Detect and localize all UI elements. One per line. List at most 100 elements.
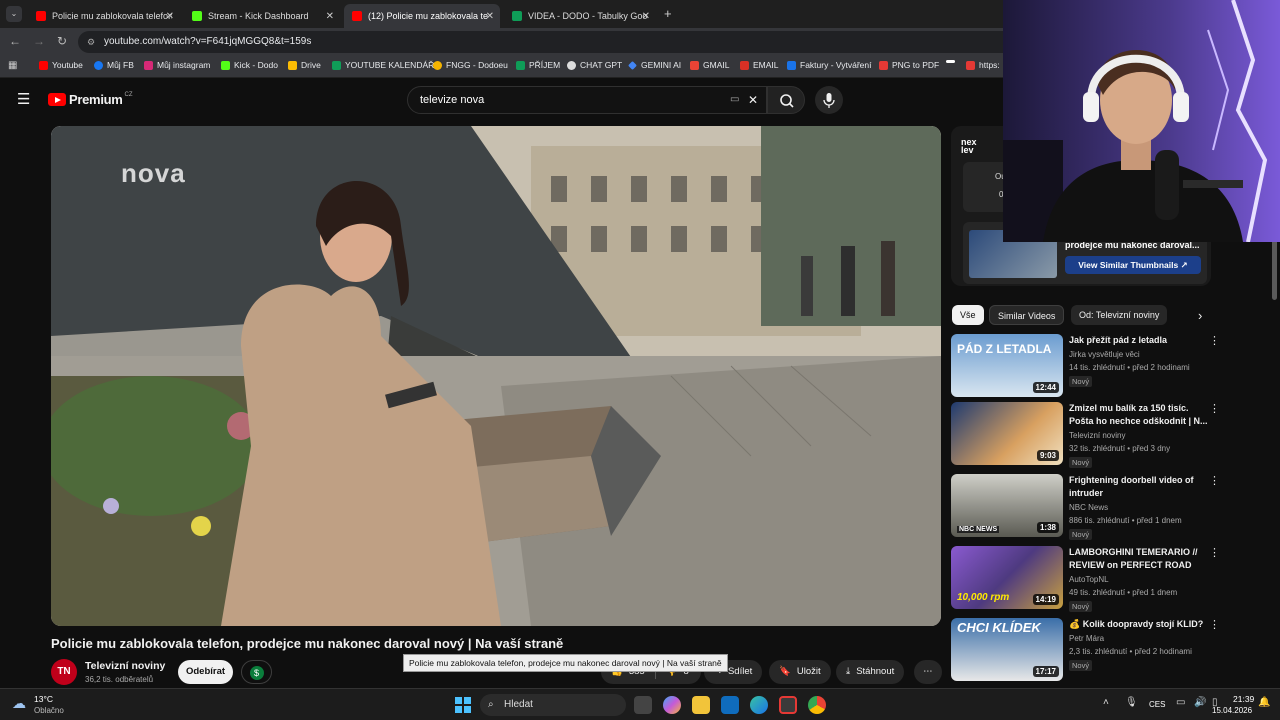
bookmark-item[interactable] [946, 60, 959, 63]
keyboard-icon[interactable]: ▭ [730, 87, 739, 113]
list-item[interactable]: CHCI KLÍDEK 17:17 💰 Kolik doopravdy stoj… [951, 618, 1221, 682]
browser-tab-active[interactable]: (12) Policie mu zablokovala tele ✕ [344, 4, 500, 28]
bookmark-item[interactable]: PŘÍJEM [516, 60, 560, 70]
more-actions-icon[interactable]: ⋮ [1209, 474, 1220, 487]
subscribe-button[interactable]: Odebírat [178, 660, 233, 684]
youtube-logo[interactable]: Premium CZ [48, 92, 133, 107]
list-item[interactable]: NBC NEWS 1:38 Frightening doorbell video… [951, 474, 1221, 540]
bookmark-item[interactable]: YOUTUBE KALENDÁŘ [332, 60, 434, 70]
back-icon[interactable]: ← [9, 34, 21, 48]
cloud-icon[interactable]: ☁ [12, 695, 26, 712]
taskbar-search-input[interactable]: ⌕ Hledat [480, 694, 626, 716]
channel-name[interactable]: Petr Mára [1069, 634, 1104, 643]
volume-icon[interactable]: 🔊 [1194, 697, 1206, 708]
bookmark-item[interactable]: Kick - Dodo [221, 60, 278, 70]
bookmark-item[interactable]: GEMINI AI [628, 60, 681, 70]
bookmark-item[interactable]: GMAIL [690, 60, 729, 70]
file-explorer-icon[interactable] [692, 696, 710, 714]
edge-icon[interactable] [750, 696, 768, 714]
copilot-icon[interactable] [663, 696, 681, 714]
duration-badge: 14:19 [1032, 594, 1059, 605]
download-button[interactable]: ⤓ Stáhnout [836, 660, 905, 684]
video-thumbnail[interactable]: 9:03 [951, 402, 1063, 465]
bookmark-item[interactable]: CHAT GPT [567, 60, 622, 70]
bookmark-item[interactable]: FNGG - Dodoeu [433, 60, 508, 70]
new-tab-icon[interactable]: + [664, 6, 672, 21]
video-thumbnail[interactable]: CHCI KLÍDEK 17:17 [951, 618, 1063, 681]
language-indicator[interactable]: CES [1149, 700, 1165, 709]
bookmark-item[interactable]: Faktury - Vytváření [787, 60, 871, 70]
network-icon[interactable]: ▭ [1176, 697, 1185, 708]
close-tab-icon[interactable]: ✕ [166, 11, 174, 22]
task-view-icon[interactable] [634, 696, 652, 714]
channel-name[interactable]: Jirka vysvětluje věci [1069, 350, 1140, 359]
video-title[interactable]: LAMBORGHINI TEMERARIO // REVIEW on PERFE… [1069, 546, 1209, 572]
close-tab-icon[interactable]: ✕ [326, 11, 334, 22]
notification-bell-icon[interactable]: 🔔 [1258, 697, 1270, 708]
chips-next-icon[interactable]: › [1198, 308, 1202, 323]
start-button[interactable] [455, 697, 471, 713]
video-thumbnail[interactable]: NBC NEWS 1:38 [951, 474, 1063, 537]
microphone-icon[interactable]: 🎙 [1125, 697, 1138, 708]
menu-icon[interactable]: ☰ [17, 90, 30, 108]
save-button[interactable]: 🔖 Uložit [769, 660, 831, 684]
video-title[interactable]: Frightening doorbell video of intruder [1069, 474, 1209, 500]
bookmark-item[interactable]: https: [966, 60, 1000, 70]
more-actions-icon[interactable]: ⋮ [1209, 334, 1220, 347]
clock-time[interactable]: 21:39 [1233, 694, 1254, 704]
bookmark-item[interactable]: Můj instagram [144, 60, 210, 70]
tab-list-dropdown-icon[interactable]: ⌄ [6, 6, 22, 22]
video-thumbnail[interactable]: 10,000 rpm 14:19 [951, 546, 1063, 609]
bookmark-item[interactable]: Youtube [39, 60, 83, 70]
channel-name[interactable]: AutoTopNL [1069, 575, 1109, 584]
more-actions-icon[interactable]: ⋮ [1209, 618, 1220, 631]
chip-similar-videos[interactable]: Similar Videos [989, 305, 1065, 325]
chip-channel[interactable]: Od: Televizní noviny [1071, 305, 1168, 325]
bookmark-item[interactable]: PNG to PDF [879, 60, 939, 70]
voice-search-button[interactable] [815, 86, 843, 114]
browser-tab[interactable]: VIDEA - DODO - Tabulky Googl ✕ [504, 4, 656, 28]
view-similar-thumbnails-button[interactable]: View Similar Thumbnails ↗ [1065, 256, 1201, 274]
site-info-icon[interactable]: ⚙ [87, 31, 95, 53]
video-player[interactable]: nova [51, 126, 941, 626]
clear-search-icon[interactable]: ✕ [748, 87, 758, 113]
chip-all[interactable]: Vše [952, 305, 984, 325]
apps-grid-icon[interactable]: ▦ [8, 60, 17, 71]
video-title[interactable]: Zmizel mu balík za 150 tisíc. Pošta ho n… [1069, 402, 1209, 428]
chrome-icon[interactable] [808, 696, 826, 714]
bookmark-item[interactable]: Můj FB [94, 60, 134, 70]
email-icon [740, 60, 749, 70]
close-tab-icon[interactable]: ✕ [486, 11, 494, 22]
list-item[interactable]: 9:03 Zmizel mu balík za 150 tisíc. Pošta… [951, 402, 1221, 468]
channel-avatar[interactable]: TN [51, 659, 77, 685]
thanks-button[interactable]: $ [241, 660, 272, 684]
bookmark-item[interactable]: EMAIL [740, 60, 779, 70]
youtube-play-icon [48, 93, 66, 106]
nova-watermark: nova [121, 158, 186, 188]
browser-tab[interactable]: Policie mu zablokovala telefon, ✕ [28, 4, 180, 28]
more-actions-icon[interactable]: ⋮ [1209, 402, 1220, 415]
video-title[interactable]: Jak přežít pád z letadla [1069, 334, 1209, 347]
more-actions-icon[interactable]: ⋮ [1209, 546, 1220, 559]
video-title[interactable]: 💰 Kolik doopravdy stojí KLID? [1069, 618, 1209, 631]
channel-name[interactable]: Televizní noviny [1069, 431, 1125, 440]
more-actions-button[interactable]: ⋯ [914, 660, 942, 684]
outlook-icon[interactable] [721, 696, 739, 714]
thumbnail-text: 10,000 rpm [957, 592, 1010, 603]
clock-date[interactable]: 15.04.2026 [1212, 706, 1252, 715]
list-item[interactable]: 10,000 rpm 14:19 LAMBORGHINI TEMERARIO /… [951, 546, 1221, 612]
browser-tab[interactable]: Stream - Kick Dashboard ✕ [184, 4, 340, 28]
search-input[interactable]: televize nova ▭ ✕ [407, 86, 767, 114]
channel-name[interactable]: NBC News [1069, 503, 1108, 512]
search-button[interactable] [767, 86, 805, 114]
list-item[interactable]: PÁD Z LETADLA 12:44 Jak přežít pád z let… [951, 334, 1221, 398]
recorder-icon[interactable] [779, 696, 797, 714]
channel-name[interactable]: Televizní noviny [85, 660, 165, 672]
reload-icon[interactable]: ↻ [57, 34, 67, 48]
tray-chevron-icon[interactable]: ˄ [1103, 697, 1109, 708]
forward-icon[interactable]: → [33, 34, 45, 48]
video-thumbnail[interactable]: PÁD Z LETADLA 12:44 [951, 334, 1063, 397]
bookmark-item[interactable]: Drive [288, 60, 321, 70]
address-bar[interactable]: ⚙ youtube.com/watch?v=F641jqMGGQ8&t=159s [78, 31, 1018, 53]
close-tab-icon[interactable]: ✕ [642, 11, 650, 22]
